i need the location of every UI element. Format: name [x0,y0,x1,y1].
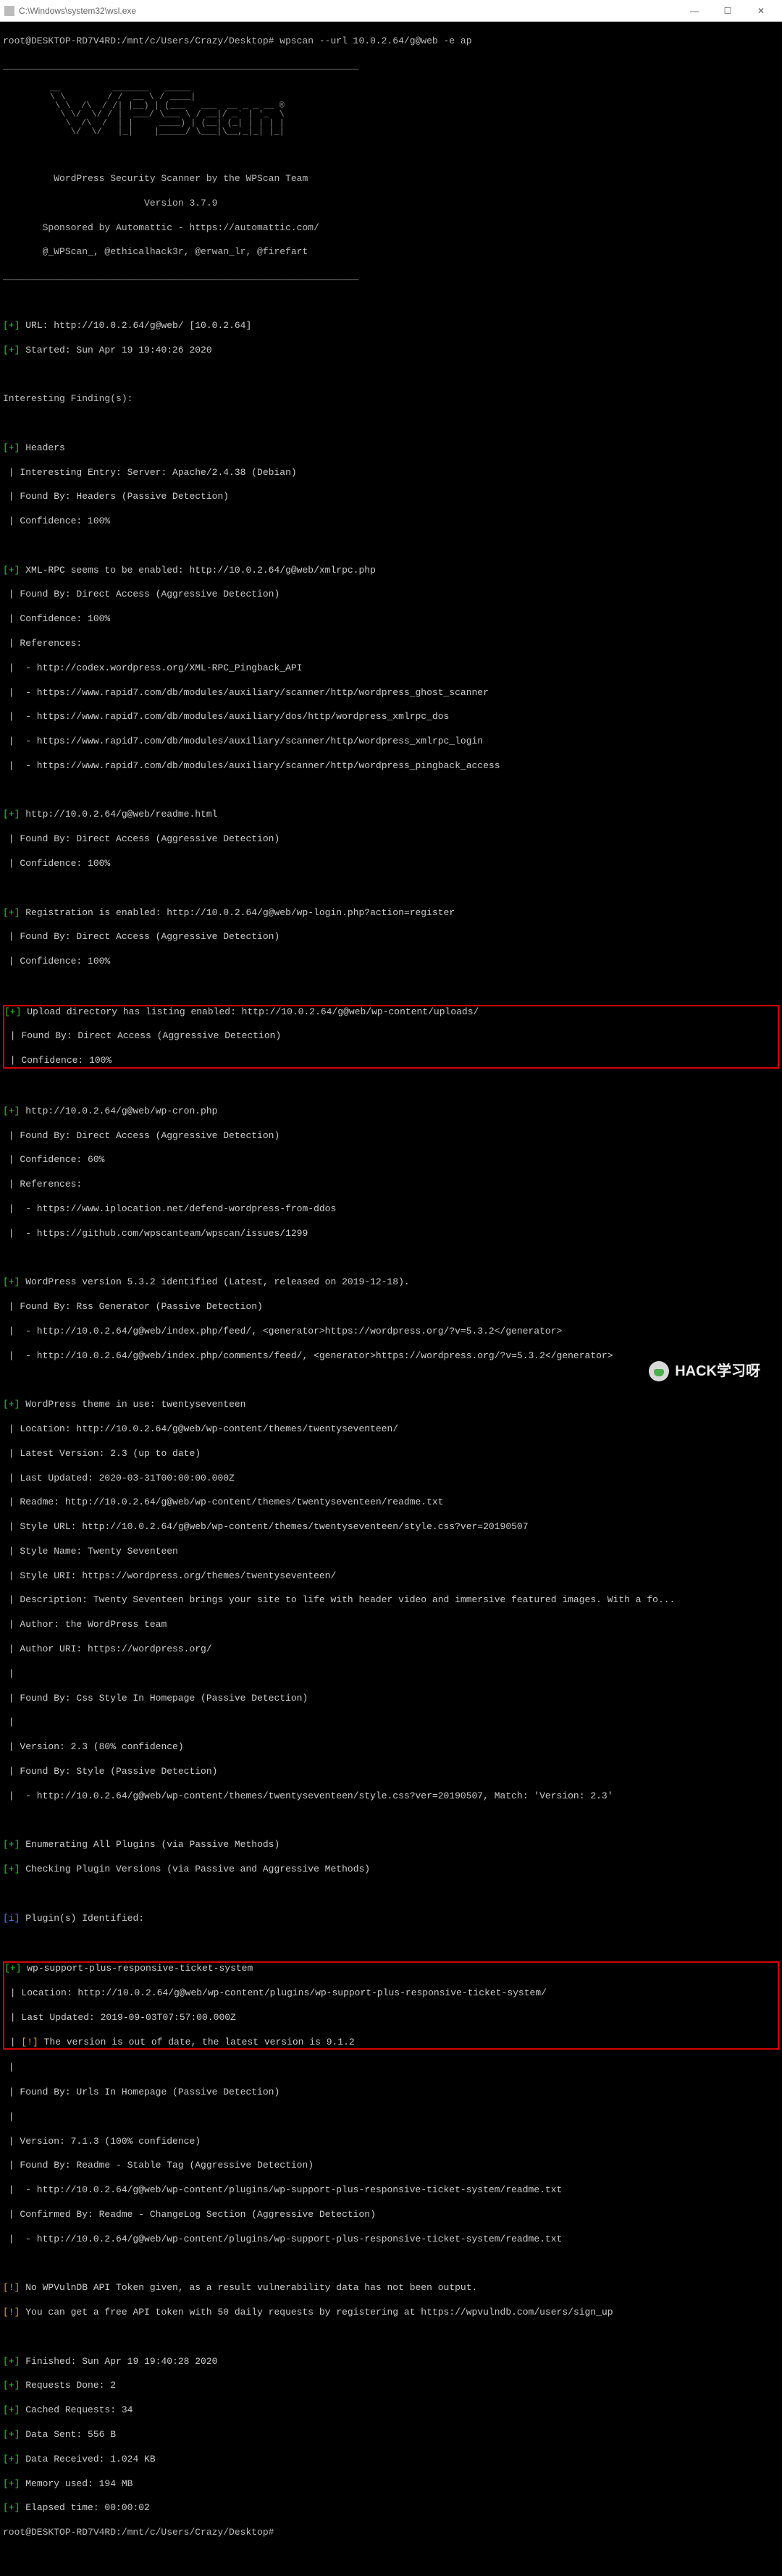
banner-l4: @_WPScan_, @ethicalhack3r, @erwan_lr, @f… [3,246,779,258]
highlight-uploads: [+] Upload directory has listing enabled… [3,1005,779,1069]
stat-cached: [+] Cached Requests: 34 [3,2404,779,2417]
minimize-button[interactable]: — [678,0,711,22]
findings-heading: Interesting Finding(s): [3,393,779,405]
window-controls: — ☐ ✕ [678,0,778,22]
watermark: HACK学习呀 [649,1361,760,1381]
finding-wpcron: [+] http://10.0.2.64/g@web/wp-cron.php [3,1106,779,1118]
finding-wpversion: [+] WordPress version 5.3.2 identified (… [3,1276,779,1289]
terminal-output[interactable]: root@DESKTOP-RD7V4RD:/mnt/c/Users/Crazy/… [0,22,782,1410]
app-icon [4,6,14,16]
stat-mem: [+] Memory used: 194 MB [3,2478,779,2491]
divider: ________________________________________… [3,271,779,283]
finding-xmlrpc: [+] XML-RPC seems to be enabled: http://… [3,565,779,577]
plugins-heading: [i] Plugin(s) Identified: [3,1913,779,1925]
enum-l2: [+] Checking Plugin Versions (via Passiv… [3,1864,779,1876]
maximize-button[interactable]: ☐ [711,0,744,22]
watermark-text: HACK学习呀 [675,1362,760,1381]
prompt-line-end: root@DESKTOP-RD7V4RD:/mnt/c/Users/Crazy/… [3,2527,779,2539]
wechat-icon [649,1361,669,1381]
finding-headers: [+] Headers [3,442,779,455]
stat-sent: [+] Data Sent: 556 B [3,2429,779,2441]
finding-theme: [+] WordPress theme in use: twentysevent… [3,1399,779,1411]
url-line: [+] URL: http://10.0.2.64/g@web/ [10.0.2… [3,320,779,332]
stat-finished: [+] Finished: Sun Apr 19 19:40:28 2020 [3,2356,779,2368]
stat-requests: [+] Requests Done: 2 [3,2380,779,2392]
stat-recv: [+] Data Received: 1.024 KB [3,2454,779,2466]
warn-api-reg: [!] You can get a free API token with 50… [3,2307,779,2319]
banner-l3: Sponsored by Automattic - https://automa… [3,222,779,235]
enum-l1: [+] Enumerating All Plugins (via Passive… [3,1839,779,1851]
banner-l2: Version 3.7.9 [3,198,779,210]
close-button[interactable]: ✕ [744,0,778,22]
divider: ________________________________________… [3,60,779,72]
warn-no-api: [!] No WPVulnDB API Token given, as a re… [3,2282,779,2294]
highlight-plugin: [+] wp-support-plus-responsive-ticket-sy… [3,1961,779,2050]
prompt-line: root@DESKTOP-RD7V4RD:/mnt/c/Users/Crazy/… [3,35,779,48]
started-line: [+] Started: Sun Apr 19 19:40:26 2020 [3,345,779,357]
finding-register: [+] Registration is enabled: http://10.0… [3,907,779,919]
window-titlebar: C:\Windows\system32\wsl.exe — ☐ ✕ [0,0,782,22]
banner-l1: WordPress Security Scanner by the WPScan… [3,173,779,185]
window-title: C:\Windows\system32\wsl.exe [19,6,678,16]
wpscan-logo: __ _______ _____ \ \ / / __ \ / ____| \ … [3,84,779,136]
stat-time: [+] Elapsed time: 00:00:02 [3,2502,779,2514]
finding-readme: [+] http://10.0.2.64/g@web/readme.html [3,809,779,821]
